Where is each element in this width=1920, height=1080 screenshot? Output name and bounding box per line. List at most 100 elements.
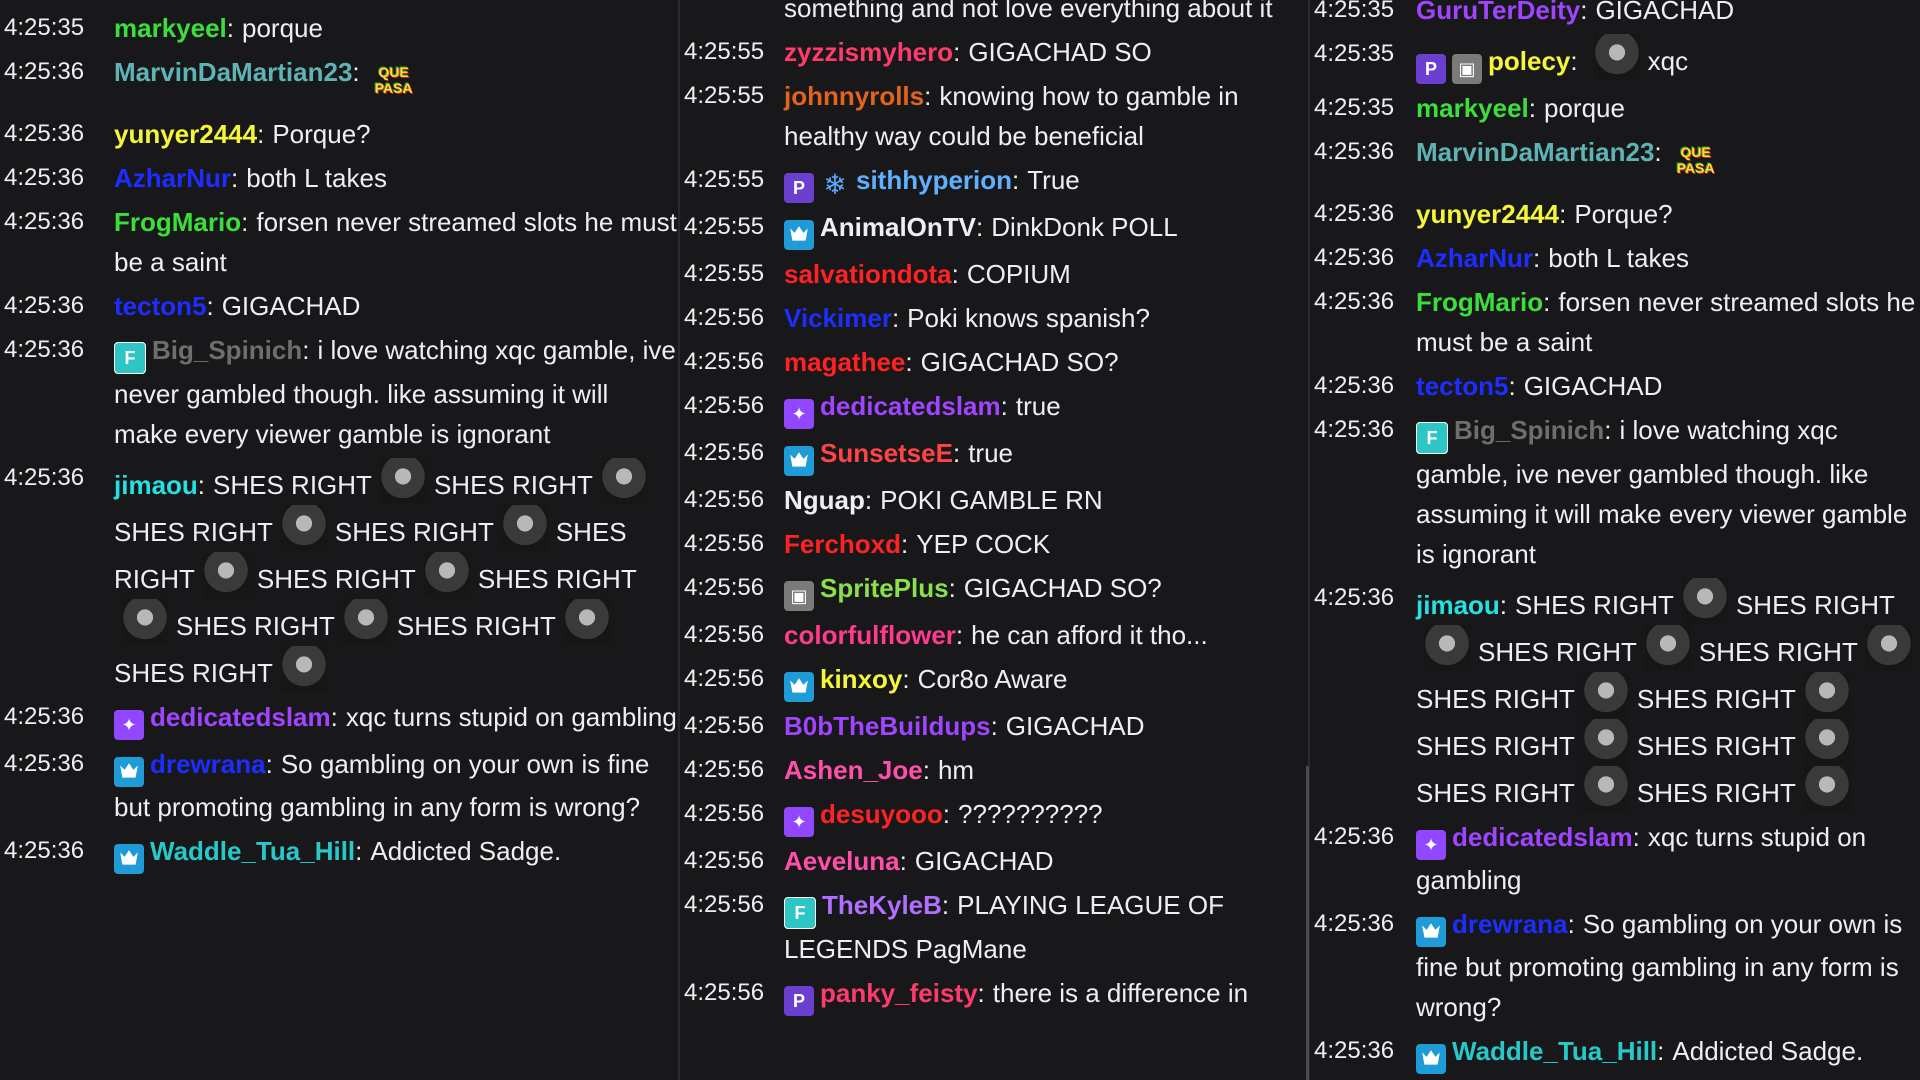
chat-message[interactable]: 4:25:36 AzharNur: both L takes	[0, 156, 678, 200]
chat-message[interactable]: 4:25:55 salvationdota: COPIUM	[680, 252, 1308, 296]
username-link[interactable]: Big_Spinich	[1454, 415, 1604, 445]
chat-message[interactable]: 4:25:36 tecton5: GIGACHAD	[0, 284, 678, 328]
chat-message[interactable]: 4:25:56 Nguap: POKI GAMBLE RN	[680, 478, 1308, 522]
gift-badge[interactable]: ✦	[1416, 830, 1446, 860]
username-link[interactable]: kinxoy	[820, 664, 902, 694]
gift-badge[interactable]: ✦	[114, 710, 144, 740]
sticker-badge[interactable]: ▣	[784, 581, 814, 611]
chat-message[interactable]: 4:25:56 SunsetseE: true	[680, 431, 1308, 478]
prime-badge[interactable]	[784, 672, 814, 702]
chat-message[interactable]: 4:25:35 GuruTerDeity: GIGACHAD	[1310, 0, 1920, 32]
chat-message[interactable]: 4:25:56 F TheKyleB: PLAYING LEAGUE OF LEGEN…	[680, 883, 1308, 971]
prime-badge[interactable]	[784, 446, 814, 476]
username-link[interactable]: jimaou	[114, 470, 198, 500]
chat-message[interactable]: 4:25:55 johnnyrolls: knowing how to gamble…	[680, 74, 1308, 158]
username-link[interactable]: Nguap	[784, 485, 865, 515]
chat-message[interactable]: 4:25:36 FrogMario: forsen never streamed s…	[0, 200, 678, 284]
sticker-badge[interactable]: ▣	[1452, 54, 1482, 84]
username-link[interactable]: Waddle_Tua_Hill	[150, 836, 355, 866]
username-link[interactable]: polecy	[1488, 46, 1570, 76]
username-link[interactable]: tecton5	[1416, 371, 1508, 401]
username-link[interactable]: Waddle_Tua_Hill	[1452, 1036, 1657, 1066]
chat-message[interactable]: 4:25:56 kinxoy: Cor8o Aware	[680, 657, 1308, 704]
chat-message[interactable]: 4:25:35 P ▣ polecy: xqc	[1310, 32, 1920, 86]
chat-message[interactable]: 4:25:36 MarvinDaMartian23: QUE PASA	[0, 50, 678, 112]
chat-message[interactable]: 4:25:36 ✦ dedicatedslam: xqc turns stupid o…	[1310, 815, 1920, 902]
chat-message[interactable]: 4:25:56 Ppanky_feisty: there is a differen…	[680, 971, 1308, 1018]
chat-message[interactable]: 4:25:36 AzharNur: both L takes	[1310, 236, 1920, 280]
scrollbar[interactable]	[1306, 766, 1309, 1080]
chat-message[interactable]: 4:25:56 B0bTheBuildups: GIGACHAD	[680, 704, 1308, 748]
prime-badge[interactable]	[1416, 1044, 1446, 1074]
chat-message[interactable]: 4:25:36 jimaou: SHES RIGHT SHES RIGHTSHES R…	[0, 456, 678, 695]
sub-badge[interactable]: P	[784, 986, 814, 1016]
chat-message[interactable]: 4:25:36 F Big_Spinich: i love watching xqc …	[0, 328, 678, 456]
gift-badge[interactable]: ✦	[784, 399, 814, 429]
username-link[interactable]: SpritePlus	[820, 573, 949, 603]
username-link[interactable]: markyeel	[114, 13, 227, 43]
chat-message[interactable]: 4:25:56 Ferchoxd: YEP COCK	[680, 522, 1308, 566]
prime-badge[interactable]	[114, 757, 144, 787]
username-link[interactable]: panky_feisty	[820, 978, 978, 1008]
prime-badge[interactable]	[114, 844, 144, 874]
username-link[interactable]: Big_Spinich	[152, 335, 302, 365]
chat-message[interactable]: 4:25:36 MarvinDaMartian23: QUE PASA	[1310, 130, 1920, 192]
username-link[interactable]: salvationdota	[784, 259, 952, 289]
username-link[interactable]: Aeveluna	[784, 846, 900, 876]
chat-message[interactable]: 4:25:56 Vickimer: Poki knows spanish?	[680, 296, 1308, 340]
chat-message[interactable]: something and not love everything about …	[680, 0, 1308, 30]
chat-message[interactable]: 4:25:56 magathee: GIGACHAD SO?	[680, 340, 1308, 384]
username-link[interactable]: markyeel	[1416, 93, 1529, 123]
prime-badge[interactable]	[784, 220, 814, 250]
username-link[interactable]: magathee	[784, 347, 905, 377]
gift-badge[interactable]: ✦	[784, 807, 814, 837]
username-link[interactable]: drewrana	[1452, 909, 1568, 939]
username-link[interactable]: Vickimer	[784, 303, 892, 333]
username-link[interactable]: FrogMario	[114, 207, 241, 237]
chat-message[interactable]: 4:25:36 yunyer2444: Porque?	[0, 112, 678, 156]
username-link[interactable]: SunsetseE	[820, 438, 953, 468]
chat-message[interactable]: 4:25:36 drewrana: So gambling on your own …	[0, 742, 678, 829]
username-link[interactable]: GuruTerDeity	[1416, 0, 1580, 25]
chat-message[interactable]: 4:25:36 Waddle_Tua_Hill: Addicted Sadge.	[1310, 1029, 1920, 1076]
chat-message[interactable]: 4:25:56 Aeveluna: GIGACHAD	[680, 839, 1308, 883]
chat-message[interactable]: 4:25:36 jimaou: SHES RIGHT SHES RIGHTSHES R…	[1310, 576, 1920, 815]
username-link[interactable]: colorfulflower	[784, 620, 956, 650]
chat-message[interactable]: 4:25:56 Ashen_Joe: hm	[680, 748, 1308, 792]
chat-message[interactable]: 4:25:56 ✦ dedicatedslam: true	[680, 384, 1308, 431]
chat-message[interactable]: 4:25:56 colorfulflower: he can afford it t…	[680, 613, 1308, 657]
chat-message[interactable]: 4:25:55 AnimalOnTV: DinkDonk POLL	[680, 205, 1308, 252]
chat-message[interactable]: 4:25:55 P ❄ sithhyperion: True	[680, 158, 1308, 205]
username-link[interactable]: yunyer2444	[114, 119, 257, 149]
chat-message[interactable]: 4:25:36 tecton5: GIGACHAD	[1310, 364, 1920, 408]
username-link[interactable]: dedicatedslam	[820, 391, 1001, 421]
snowflake-badge[interactable]: ❄	[820, 170, 850, 200]
username-link[interactable]: johnnyrolls	[784, 81, 924, 111]
username-link[interactable]: desuyooo	[820, 799, 943, 829]
username-link[interactable]: AzharNur	[1416, 243, 1533, 273]
chat-message[interactable]: 4:25:36 ✦ dedicatedslam: xqc turns stupid o…	[0, 695, 678, 742]
sub-badge[interactable]: P	[784, 173, 814, 203]
username-link[interactable]: MarvinDaMartian23	[1416, 137, 1654, 167]
chat-message[interactable]: 4:25:56 ✦ desuyooo:??????????	[680, 792, 1308, 839]
founder-badge[interactable]: F	[1416, 422, 1448, 454]
username-link[interactable]: FrogMario	[1416, 287, 1543, 317]
username-link[interactable]: Ferchoxd	[784, 529, 901, 559]
username-link[interactable]: yunyer2444	[1416, 199, 1559, 229]
chat-message[interactable]: 4:25:36sad_mf:its que not key	[1310, 1076, 1920, 1080]
chat-message[interactable]: 4:25:36 yunyer2444: Porque?	[1310, 192, 1920, 236]
chat-message[interactable]: 4:25:36 FrogMario: forsen never streamed s…	[1310, 280, 1920, 364]
chat-message[interactable]: 4:25:55 zyzzismyhero: GIGACHAD SO	[680, 30, 1308, 74]
username-link[interactable]: tecton5	[114, 291, 206, 321]
chat-message[interactable]: 4:25:36 F Big_Spinich: i love watching xqc …	[1310, 408, 1920, 576]
sub-badge[interactable]: P	[1416, 54, 1446, 84]
chat-message[interactable]: 4:25:35 markyeel: porque	[1310, 86, 1920, 130]
username-link[interactable]: dedicatedslam	[1452, 822, 1633, 852]
username-link[interactable]: B0bTheBuildups	[784, 711, 991, 741]
username-link[interactable]: AzharNur	[114, 163, 231, 193]
founder-badge[interactable]: F	[784, 897, 816, 929]
chat-message[interactable]: 4:25:35 markyeel: porque	[0, 6, 678, 50]
username-link[interactable]: Ashen_Joe	[784, 755, 923, 785]
chat-message[interactable]: 4:25:36 Waddle_Tua_Hill: Addicted Sadge.	[0, 829, 678, 876]
username-link[interactable]: TheKyleB	[822, 890, 942, 920]
